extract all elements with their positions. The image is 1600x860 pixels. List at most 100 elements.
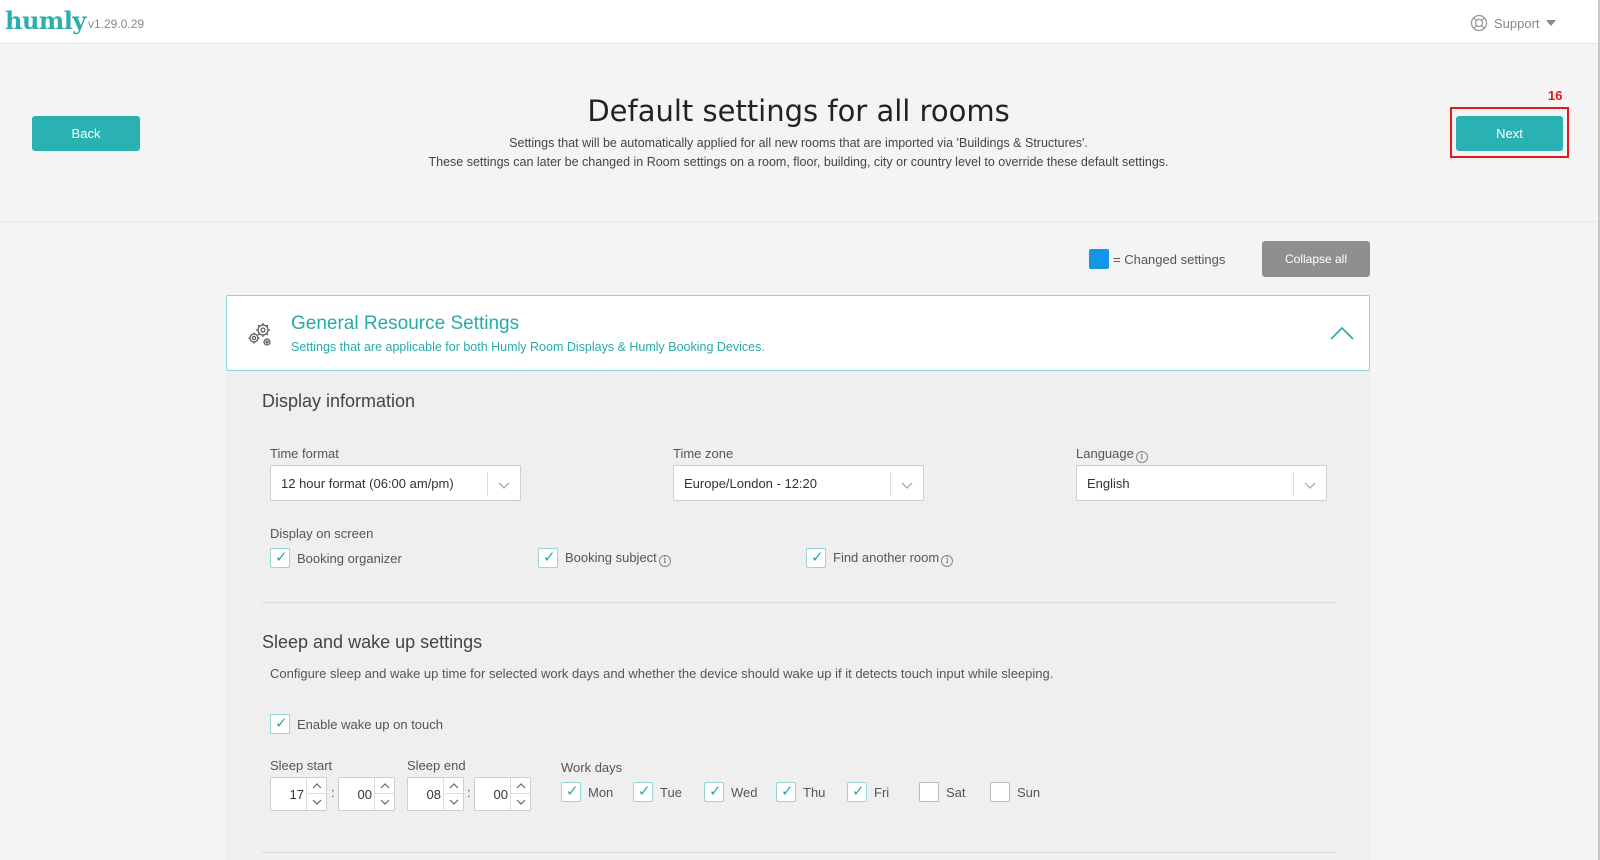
chevron-down-icon bbox=[901, 478, 913, 493]
work-day-wed[interactable]: Wed bbox=[704, 782, 758, 802]
checkbox-label: Booking organizer bbox=[297, 550, 402, 566]
page-title: Default settings for all rooms bbox=[587, 94, 1010, 128]
chevron-down-icon[interactable] bbox=[511, 794, 530, 810]
chevron-down-icon[interactable] bbox=[307, 794, 326, 810]
checkbox-label: Booking subject i bbox=[565, 550, 671, 567]
checkbox-label: Mon bbox=[588, 784, 614, 800]
section-subtitle: Settings that are applicable for both Hu… bbox=[291, 340, 765, 354]
chevron-down-icon[interactable] bbox=[375, 794, 394, 810]
work-days-label: Work days bbox=[561, 760, 623, 775]
checkbox-label: Enable wake up on touch bbox=[297, 716, 443, 732]
legend-label: = Changed settings bbox=[1113, 251, 1226, 267]
info-icon[interactable]: i bbox=[658, 554, 671, 567]
booking-organizer-checkbox[interactable]: Booking organizer bbox=[270, 548, 402, 568]
checkbox[interactable] bbox=[776, 782, 796, 802]
sleep-end-label: Sleep end bbox=[407, 758, 466, 773]
checkbox-label: Sun bbox=[1017, 784, 1041, 800]
work-day-fri[interactable]: Fri bbox=[847, 782, 889, 802]
stepper-arrows bbox=[374, 778, 394, 810]
sleep-start-label: Sleep start bbox=[270, 758, 333, 773]
stepper-arrows bbox=[443, 778, 463, 810]
time-colon: : bbox=[331, 785, 335, 800]
support-menu[interactable]: Support bbox=[1470, 13, 1556, 33]
checkbox[interactable] bbox=[704, 782, 724, 802]
checkbox-label: Sat bbox=[946, 784, 966, 800]
select-separator bbox=[487, 472, 488, 496]
sleep-start-hour-stepper[interactable]: 17 bbox=[270, 777, 327, 811]
time-zone-select[interactable]: Europe/London - 12:20 bbox=[673, 465, 924, 501]
general-resource-settings-header[interactable]: General Resource Settings Settings that … bbox=[226, 295, 1370, 371]
chevron-up-icon[interactable] bbox=[375, 778, 394, 794]
time-format-value: 12 hour format (06:00 am/pm) bbox=[281, 476, 454, 491]
sleep-end-minute-stepper[interactable]: 00 bbox=[474, 777, 531, 811]
sleep-start-minute-stepper[interactable]: 00 bbox=[338, 777, 395, 811]
chevron-down-icon[interactable] bbox=[444, 794, 463, 810]
work-day-mon[interactable]: Mon bbox=[561, 782, 613, 802]
section-divider bbox=[262, 602, 1336, 603]
humly-logo[interactable]: humly bbox=[5, 6, 86, 35]
checkbox-label: Find another room i bbox=[833, 550, 954, 567]
sleep-settings-description: Configure sleep and wake up time for sel… bbox=[270, 666, 1054, 681]
find-another-room-checkbox[interactable]: Find another roomi bbox=[806, 548, 954, 568]
checkbox[interactable] bbox=[561, 782, 581, 802]
chevron-up-icon[interactable] bbox=[511, 778, 530, 794]
stepper-value[interactable]: 00 bbox=[494, 787, 508, 802]
changed-settings-legend: = Changed settings bbox=[1089, 249, 1225, 269]
work-day-sat[interactable]: Sat bbox=[919, 782, 966, 802]
checkbox-label: Wed bbox=[731, 784, 758, 800]
checkbox[interactable] bbox=[806, 548, 826, 568]
wake-on-touch-checkbox[interactable]: Enable wake up on touch bbox=[270, 714, 443, 734]
stepper-arrows bbox=[306, 778, 326, 810]
booking-subject-checkbox[interactable]: Booking subjecti bbox=[538, 548, 671, 568]
time-zone-label: Time zone bbox=[673, 446, 734, 461]
sleep-settings-title: Sleep and wake up settings bbox=[262, 632, 483, 652]
language-select[interactable]: English bbox=[1076, 465, 1327, 501]
stepper-value[interactable]: 17 bbox=[290, 787, 304, 802]
stepper-value[interactable]: 08 bbox=[427, 787, 441, 802]
checkbox[interactable] bbox=[990, 782, 1010, 802]
checkbox[interactable] bbox=[270, 714, 290, 734]
checkbox[interactable] bbox=[633, 782, 653, 802]
checkbox-label: Tue bbox=[660, 784, 682, 800]
support-label: Support bbox=[1494, 15, 1540, 31]
page-subtitle-line-1: Settings that will be automatically appl… bbox=[509, 136, 1088, 150]
checkbox[interactable] bbox=[919, 782, 939, 802]
collapse-all-button[interactable]: Collapse all bbox=[1262, 241, 1370, 277]
annotation-number: 16 bbox=[1548, 88, 1563, 103]
work-day-tue[interactable]: Tue bbox=[633, 782, 682, 802]
work-day-sun[interactable]: Sun bbox=[990, 782, 1040, 802]
sleep-end-hour-stepper[interactable]: 08 bbox=[407, 777, 464, 811]
checkbox[interactable] bbox=[270, 548, 290, 568]
work-day-thu[interactable]: Thu bbox=[776, 782, 825, 802]
chevron-up-icon[interactable] bbox=[444, 778, 463, 794]
chevron-up-icon[interactable] bbox=[307, 778, 326, 794]
chevron-down-icon bbox=[498, 478, 510, 493]
page-subtitle-line-2: These settings can later be changed in R… bbox=[428, 155, 1169, 169]
time-format-label: Time format bbox=[270, 446, 339, 461]
section-divider bbox=[262, 852, 1336, 853]
section-title: General Resource Settings bbox=[291, 313, 520, 334]
stepper-arrows bbox=[510, 778, 530, 810]
checkbox[interactable] bbox=[847, 782, 867, 802]
chevron-up-icon[interactable] bbox=[1330, 326, 1354, 345]
page-header: Back Default settings for all rooms Sett… bbox=[0, 44, 1597, 222]
time-colon: : bbox=[467, 785, 471, 800]
top-bar: humly v1.29.0.29 Support bbox=[0, 0, 1600, 44]
checkbox-label: Fri bbox=[874, 784, 890, 800]
time-zone-value: Europe/London - 12:20 bbox=[684, 476, 817, 491]
select-separator bbox=[1293, 472, 1294, 496]
time-format-select[interactable]: 12 hour format (06:00 am/pm) bbox=[270, 465, 521, 501]
checkbox[interactable] bbox=[538, 548, 558, 568]
next-button[interactable]: Next bbox=[1456, 116, 1563, 151]
changed-settings-swatch bbox=[1089, 249, 1109, 269]
info-icon[interactable]: i bbox=[941, 554, 954, 567]
support-icon bbox=[1470, 14, 1488, 32]
info-icon[interactable]: i bbox=[1135, 451, 1148, 463]
display-information-title: Display information bbox=[262, 391, 416, 411]
select-separator bbox=[890, 472, 891, 496]
stepper-value[interactable]: 00 bbox=[358, 787, 372, 802]
gears-icon bbox=[245, 318, 275, 353]
chevron-down-icon bbox=[1304, 478, 1316, 493]
caret-down-icon bbox=[1545, 20, 1556, 26]
display-on-screen-label: Display on screen bbox=[270, 526, 374, 541]
